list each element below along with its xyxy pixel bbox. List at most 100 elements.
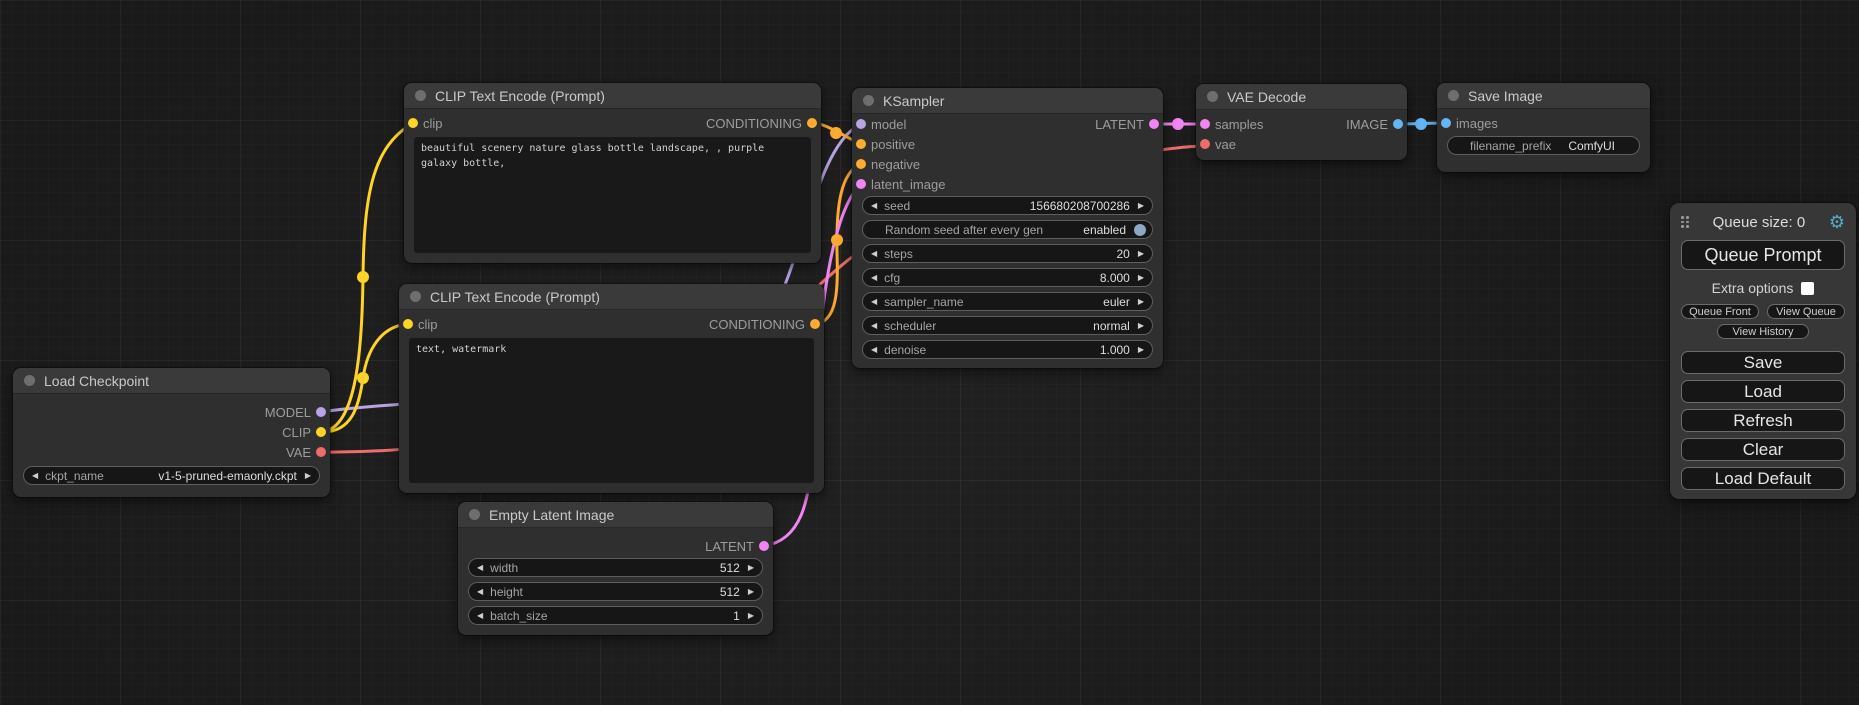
collapse-dot-icon[interactable]: [1448, 90, 1459, 101]
increment-arrow-icon[interactable]: ▶: [1138, 202, 1144, 210]
collapse-dot-icon[interactable]: [410, 291, 421, 302]
image-output-port[interactable]: [1393, 119, 1403, 129]
images-input-port[interactable]: [1441, 118, 1451, 128]
decrement-arrow-icon[interactable]: ◀: [871, 250, 877, 258]
positive-prompt-textarea[interactable]: beautiful scenery nature glass bottle la…: [414, 137, 811, 253]
wire-midpoint-dot: [1415, 118, 1427, 130]
input-label-latent-image: latent_image: [871, 177, 945, 192]
input-label-clip: clip: [418, 317, 438, 332]
increment-arrow-icon[interactable]: ▶: [748, 564, 754, 572]
gear-icon[interactable]: ⚙: [1829, 213, 1845, 231]
toggle-icon[interactable]: [1134, 224, 1146, 236]
wire-midpoint-dot: [830, 127, 842, 139]
vae-input-port[interactable]: [1200, 139, 1210, 149]
node-load-checkpoint[interactable]: Load Checkpoint MODEL CLIP VAE ◀ ckpt_na…: [13, 368, 330, 497]
widget-value: v1-5-pruned-emaonly.ckpt: [158, 469, 297, 483]
cfg-widget[interactable]: ◀ cfg 8.000 ▶: [862, 268, 1153, 287]
collapse-dot-icon[interactable]: [415, 90, 426, 101]
node-title-bar[interactable]: CLIP Text Encode (Prompt): [404, 83, 821, 109]
increment-arrow-icon[interactable]: ▶: [748, 612, 754, 620]
queue-size-label: Queue size: 0: [1689, 214, 1829, 231]
filename-prefix-widget[interactable]: filename_prefix ComfyUI: [1447, 136, 1640, 155]
output-label-latent: LATENT: [705, 539, 754, 554]
collapse-dot-icon[interactable]: [1207, 91, 1218, 102]
node-title: Save Image: [1468, 88, 1543, 104]
node-graph-canvas[interactable]: Load Checkpoint MODEL CLIP VAE ◀ ckpt_na…: [0, 0, 1859, 705]
increment-arrow-icon[interactable]: ▶: [748, 588, 754, 596]
load-default-button[interactable]: Load Default: [1681, 467, 1845, 490]
decrement-arrow-icon[interactable]: ◀: [477, 564, 483, 572]
vae-output-port[interactable]: [316, 447, 326, 457]
refresh-button[interactable]: Refresh: [1681, 409, 1845, 432]
negative-prompt-textarea[interactable]: text, watermark: [409, 338, 814, 483]
model-output-port[interactable]: [316, 407, 326, 417]
decrement-arrow-icon[interactable]: ◀: [871, 298, 877, 306]
collapse-dot-icon[interactable]: [24, 375, 35, 386]
conditioning-output-port[interactable]: [810, 319, 820, 329]
view-history-button[interactable]: View History: [1717, 324, 1809, 339]
steps-widget[interactable]: ◀ steps 20 ▶: [862, 244, 1153, 263]
drag-handle-icon[interactable]: [1681, 216, 1689, 228]
increment-arrow-icon[interactable]: ▶: [1138, 346, 1144, 354]
decrement-arrow-icon[interactable]: ◀: [477, 612, 483, 620]
collapse-dot-icon[interactable]: [469, 509, 480, 520]
ckpt-name-widget[interactable]: ◀ ckpt_name v1-5-pruned-emaonly.ckpt ▶: [23, 466, 320, 485]
negative-input-port[interactable]: [856, 159, 866, 169]
node-clip-text-encode-positive[interactable]: CLIP Text Encode (Prompt) clip CONDITION…: [404, 83, 821, 263]
queue-front-button[interactable]: Queue Front: [1681, 304, 1759, 319]
node-clip-text-encode-negative[interactable]: CLIP Text Encode (Prompt) clip CONDITION…: [399, 284, 824, 493]
node-title-bar[interactable]: KSampler: [852, 88, 1163, 114]
output-label-vae: VAE: [286, 445, 311, 460]
node-title-bar[interactable]: VAE Decode: [1196, 84, 1407, 110]
node-empty-latent-image[interactable]: Empty Latent Image LATENT ◀ width 512 ▶ …: [458, 502, 773, 635]
node-title-bar[interactable]: Save Image: [1437, 83, 1650, 109]
collapse-dot-icon[interactable]: [863, 95, 874, 106]
wire-midpoint-dot: [831, 234, 843, 246]
clear-button[interactable]: Clear: [1681, 438, 1845, 461]
decrement-arrow-icon[interactable]: ◀: [871, 274, 877, 282]
decrement-arrow-icon[interactable]: ◀: [477, 588, 483, 596]
sampler-name-widget[interactable]: ◀ sampler_name euler ▶: [862, 292, 1153, 311]
clip-output-port[interactable]: [316, 427, 326, 437]
samples-input-port[interactable]: [1200, 119, 1210, 129]
node-ksampler[interactable]: KSampler LATENT model positive negative …: [852, 88, 1163, 368]
increment-arrow-icon[interactable]: ▶: [1138, 298, 1144, 306]
clip-input-port[interactable]: [403, 319, 413, 329]
model-input-port[interactable]: [856, 119, 866, 129]
node-title-bar[interactable]: Empty Latent Image: [458, 502, 773, 528]
decrement-arrow-icon[interactable]: ◀: [871, 322, 877, 330]
batch-size-widget[interactable]: ◀ batch_size 1 ▶: [468, 606, 763, 625]
increment-arrow-icon[interactable]: ▶: [1138, 322, 1144, 330]
increment-arrow-icon[interactable]: ▶: [1138, 250, 1144, 258]
node-vae-decode[interactable]: VAE Decode samples IMAGE vae: [1196, 84, 1407, 160]
save-button[interactable]: Save: [1681, 351, 1845, 374]
input-label-negative: negative: [871, 157, 920, 172]
positive-input-port[interactable]: [856, 139, 866, 149]
seed-widget[interactable]: ◀ seed 156680208700286 ▶: [862, 196, 1153, 215]
decrement-arrow-icon[interactable]: ◀: [871, 202, 877, 210]
node-title-bar[interactable]: Load Checkpoint: [13, 368, 330, 394]
latent-image-input-port[interactable]: [856, 179, 866, 189]
view-queue-button[interactable]: View Queue: [1767, 304, 1845, 319]
output-label-image: IMAGE: [1346, 117, 1388, 132]
increment-arrow-icon[interactable]: ▶: [305, 472, 311, 480]
height-widget[interactable]: ◀ height 512 ▶: [468, 582, 763, 601]
conditioning-output-port[interactable]: [807, 118, 817, 128]
node-title-bar[interactable]: CLIP Text Encode (Prompt): [399, 284, 824, 310]
queue-prompt-button[interactable]: Queue Prompt: [1681, 240, 1845, 270]
load-button[interactable]: Load: [1681, 380, 1845, 403]
width-widget[interactable]: ◀ width 512 ▶: [468, 558, 763, 577]
extra-options-checkbox[interactable]: [1801, 282, 1814, 295]
node-save-image[interactable]: Save Image images filename_prefix ComfyU…: [1437, 83, 1650, 172]
output-label-conditioning: CONDITIONING: [706, 116, 802, 131]
wire-midpoint-dot: [357, 372, 369, 384]
scheduler-widget[interactable]: ◀ scheduler normal ▶: [862, 316, 1153, 335]
clip-input-port[interactable]: [408, 118, 418, 128]
increment-arrow-icon[interactable]: ▶: [1138, 274, 1144, 282]
denoise-widget[interactable]: ◀ denoise 1.000 ▶: [862, 340, 1153, 359]
random-seed-toggle-widget[interactable]: Random seed after every gen enabled: [862, 220, 1153, 239]
node-title: Empty Latent Image: [489, 507, 614, 523]
decrement-arrow-icon[interactable]: ◀: [32, 472, 38, 480]
decrement-arrow-icon[interactable]: ◀: [871, 346, 877, 354]
latent-output-port[interactable]: [759, 541, 769, 551]
